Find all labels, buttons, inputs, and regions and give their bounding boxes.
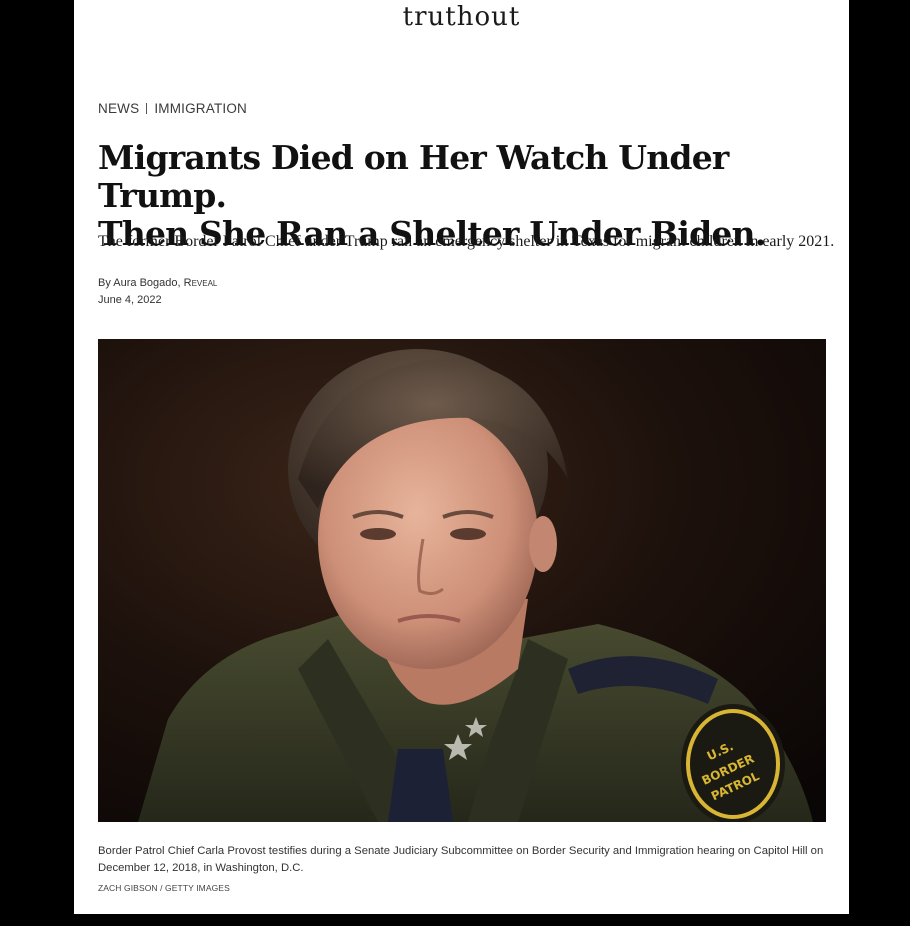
byline-separator: , — [177, 277, 181, 289]
photo-credit: Zach Gibson / Getty Images — [98, 883, 230, 893]
breadcrumb-news-link[interactable]: NEWS — [98, 101, 139, 116]
publish-date: June 4, 2022 — [98, 294, 162, 306]
breadcrumb-divider — [146, 103, 148, 114]
left-eye — [360, 528, 396, 540]
right-eye — [450, 528, 486, 540]
photo-caption: Border Patrol Chief Carla Provost testif… — [98, 845, 824, 874]
article-page: truthout NEWS IMMIGRATION Migrants Died o… — [74, 0, 849, 914]
border-patrol-patch: U.S. BORDER PATROL — [681, 704, 785, 822]
headline-line-1: Migrants Died on Her Watch Under Trump. — [98, 138, 729, 215]
site-logo[interactable]: truthout — [74, 2, 849, 32]
organization-name: Reveal — [183, 277, 218, 289]
breadcrumb: NEWS IMMIGRATION — [98, 101, 247, 116]
tie — [388, 749, 453, 822]
article-photo: U.S. BORDER PATROL — [98, 339, 826, 822]
article-dek: The former Border Patrol Chief under Tru… — [98, 233, 835, 250]
breadcrumb-immigration-link[interactable]: IMMIGRATION — [154, 101, 247, 116]
logo-link[interactable]: truthout — [403, 2, 521, 32]
byline-prefix: By — [98, 277, 111, 289]
author-link[interactable]: Aura Bogado — [113, 277, 177, 289]
byline: By Aura Bogado, Reveal — [98, 277, 217, 289]
